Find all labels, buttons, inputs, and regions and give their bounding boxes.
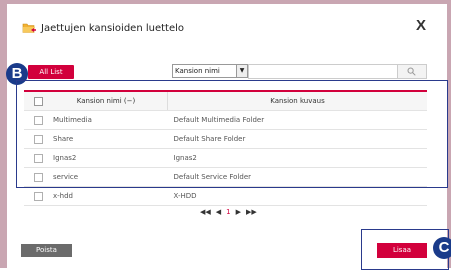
table-header-row: Kansion nimi (−) Kansion kuvaus — [24, 91, 427, 111]
dialog-header: Jaettujen kansioiden luettelo — [22, 22, 184, 34]
chevron-down-icon[interactable]: ▼ — [236, 65, 247, 77]
row-checkbox-cell — [24, 129, 52, 149]
pagination: ◀◀ ◀ 1 ▶ ▶▶ — [200, 208, 257, 216]
dialog-title: Jaettujen kansioiden luettelo — [41, 22, 184, 34]
callout-badge-c: C — [433, 237, 451, 259]
column-header-name[interactable]: Kansion nimi (−) — [52, 91, 168, 111]
search-field-select[interactable]: Kansion nimi ▼ — [172, 64, 248, 78]
row-checkbox[interactable] — [33, 134, 43, 144]
add-button[interactable]: Lisaa — [377, 243, 427, 258]
close-icon[interactable]: X — [416, 17, 426, 34]
window-frame-left — [0, 0, 7, 268]
column-header-description: Kansion kuvaus — [167, 91, 427, 111]
last-page-icon[interactable]: ▶▶ — [246, 208, 257, 216]
folder-name: Share — [52, 129, 168, 149]
table-row[interactable]: Ignas2 Ignas2 — [24, 148, 427, 168]
table-row[interactable]: Multimedia Default Multimedia Folder — [24, 110, 427, 130]
folder-description: X-HDD — [167, 186, 427, 206]
next-page-icon[interactable]: ▶ — [236, 208, 241, 216]
folder-description: Default Service Folder — [167, 167, 427, 187]
folder-description: Default Multimedia Folder — [167, 110, 427, 130]
previous-page-icon[interactable]: ◀ — [216, 208, 221, 216]
all-list-button[interactable]: All List — [28, 65, 74, 79]
search-input[interactable] — [248, 64, 397, 79]
delete-button[interactable]: Poista — [21, 244, 72, 257]
row-checkbox[interactable] — [33, 153, 43, 163]
first-page-icon[interactable]: ◀◀ — [200, 208, 211, 216]
folder-description: Ignas2 — [167, 148, 427, 168]
row-checkbox-cell — [24, 110, 52, 130]
select-all-cell — [24, 91, 52, 111]
row-checkbox-cell — [24, 148, 52, 168]
select-all-checkbox[interactable] — [33, 96, 43, 106]
row-checkbox-cell — [24, 186, 52, 206]
table-row[interactable]: service Default Service Folder — [24, 167, 427, 187]
current-page-number[interactable]: 1 — [226, 208, 230, 216]
table-row[interactable]: x-hdd X-HDD — [24, 186, 427, 206]
row-checkbox[interactable] — [33, 172, 43, 182]
search-button[interactable] — [397, 64, 427, 79]
row-checkbox[interactable] — [33, 191, 43, 201]
folder-name: x-hdd — [52, 186, 168, 206]
row-checkbox[interactable] — [33, 115, 43, 125]
shared-folder-icon — [22, 22, 37, 34]
row-checkbox-cell — [24, 167, 52, 187]
folder-name: service — [52, 167, 168, 187]
folder-name: Multimedia — [52, 110, 168, 130]
folder-description: Default Share Folder — [167, 129, 427, 149]
folder-name: Ignas2 — [52, 148, 168, 168]
search-field-select-value: Kansion nimi — [175, 67, 220, 75]
search-icon — [407, 67, 416, 76]
table-row[interactable]: Share Default Share Folder — [24, 129, 427, 149]
shared-folder-table: Kansion nimi (−) Kansion kuvaus Multimed… — [24, 90, 427, 206]
